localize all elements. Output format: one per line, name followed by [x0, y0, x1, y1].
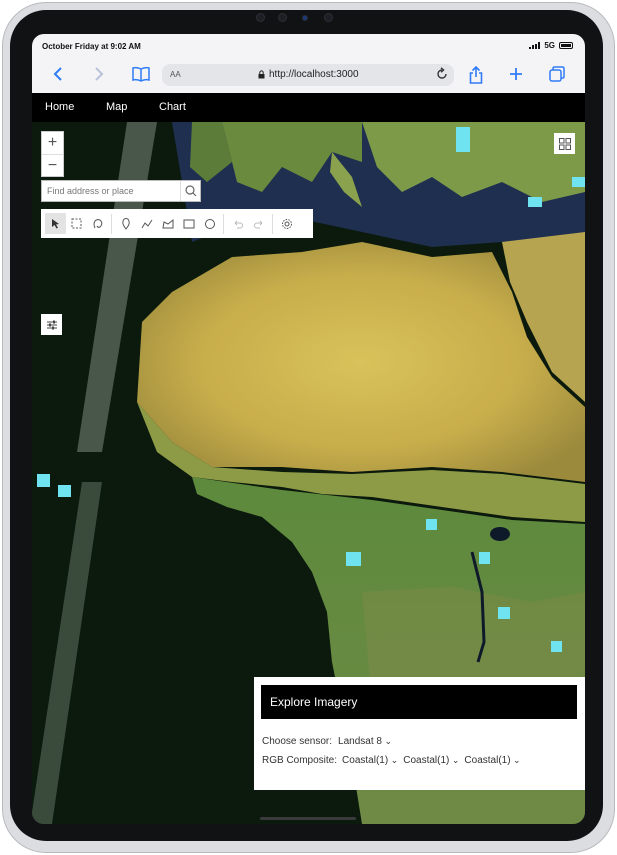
address-bar[interactable]: AA http://localhost:3000 — [162, 64, 454, 86]
share-button[interactable] — [466, 65, 486, 84]
reload-icon — [437, 67, 447, 79]
forward-button[interactable] — [89, 66, 109, 84]
sketch-toolbar — [41, 209, 313, 238]
reload-button[interactable] — [436, 67, 448, 84]
rgb-label: RGB Composite: — [262, 755, 338, 766]
polygon-tool[interactable] — [157, 213, 178, 234]
tabs-icon — [549, 66, 565, 82]
blue-band-select[interactable]: Coastal(1) — [464, 755, 520, 766]
undo-icon — [234, 220, 243, 228]
browser-toolbar: AA http://localhost:3000 — [32, 58, 585, 93]
plus-icon — [510, 68, 522, 80]
lasso-icon — [93, 218, 102, 228]
gear-icon — [281, 218, 292, 229]
back-button[interactable] — [48, 66, 68, 84]
redo-button[interactable] — [248, 213, 269, 234]
chevron-right-icon — [95, 67, 104, 81]
pin-icon — [121, 217, 130, 230]
battery-icon — [559, 42, 573, 49]
signal-icon — [529, 42, 541, 49]
red-band-select[interactable]: Coastal(1) — [342, 755, 398, 766]
nav-chart[interactable]: Chart — [159, 101, 186, 113]
toolbar-divider — [111, 213, 112, 234]
zoom-out-button[interactable]: − — [42, 154, 63, 176]
rectangle-select-tool[interactable] — [66, 213, 87, 234]
circle-icon — [204, 218, 215, 229]
home-indicator — [260, 817, 356, 820]
explore-imagery-panel: Explore Imagery Choose sensor: Landsat 8… — [254, 677, 585, 790]
toolbar-divider — [223, 213, 224, 234]
sensor-row: Choose sensor: Landsat 8 — [262, 736, 392, 747]
polyline-icon — [141, 219, 152, 228]
sensor-select[interactable]: Landsat 8 — [338, 736, 392, 747]
url-text: http://localhost:3000 — [269, 69, 359, 80]
rectangle-tool[interactable] — [178, 213, 199, 234]
bookmarks-button[interactable] — [131, 66, 151, 84]
status-bar: October Friday at 9:02 AM 5G — [32, 34, 585, 58]
polyline-tool[interactable] — [136, 213, 157, 234]
nav-home[interactable]: Home — [45, 101, 74, 113]
tabs-button[interactable] — [547, 66, 567, 84]
network-label: 5G — [544, 41, 555, 50]
select-tool[interactable] — [45, 213, 66, 234]
redo-icon — [253, 220, 262, 228]
nav-map[interactable]: Map — [106, 101, 127, 113]
undo-button[interactable] — [227, 213, 248, 234]
sensor-label: Choose sensor: — [262, 736, 333, 747]
chevron-left-icon — [53, 67, 62, 81]
polygon-icon — [161, 218, 173, 228]
search-widget — [41, 180, 201, 202]
new-tab-button[interactable] — [506, 66, 526, 84]
zoom-controls: + − — [41, 131, 64, 177]
search-input[interactable] — [42, 181, 180, 201]
lasso-select-tool[interactable] — [87, 213, 108, 234]
screen: October Friday at 9:02 AM 5G AA http://l… — [32, 34, 585, 824]
text-size-button[interactable]: AA — [170, 70, 181, 79]
book-icon — [132, 66, 150, 82]
toolbar-divider — [272, 213, 273, 234]
rectangle-select-icon — [71, 218, 81, 228]
search-button[interactable] — [180, 181, 200, 201]
settings-button[interactable] — [276, 213, 297, 234]
lock-icon — [258, 70, 265, 79]
grid-icon — [558, 137, 571, 150]
sliders-icon — [46, 320, 57, 329]
rgb-row: RGB Composite: Coastal(1) Coastal(1) Coa… — [262, 755, 521, 766]
basemap-toggle-button[interactable] — [554, 133, 575, 154]
camera-bar — [250, 13, 340, 23]
search-icon — [185, 185, 197, 197]
cursor-icon — [51, 219, 59, 229]
app-nav: Home Map Chart — [32, 93, 585, 122]
panel-title: Explore Imagery — [261, 685, 577, 719]
status-time: October Friday at 9:02 AM — [42, 42, 141, 51]
point-tool[interactable] — [115, 213, 136, 234]
map-view[interactable]: + − Find address or place Explore Imager… — [32, 122, 585, 824]
layer-list-button[interactable] — [41, 314, 62, 335]
share-icon — [469, 65, 483, 84]
zoom-in-button[interactable]: + — [42, 132, 63, 154]
green-band-select[interactable]: Coastal(1) — [403, 755, 459, 766]
circle-tool[interactable] — [199, 213, 220, 234]
rectangle-icon — [183, 219, 194, 228]
